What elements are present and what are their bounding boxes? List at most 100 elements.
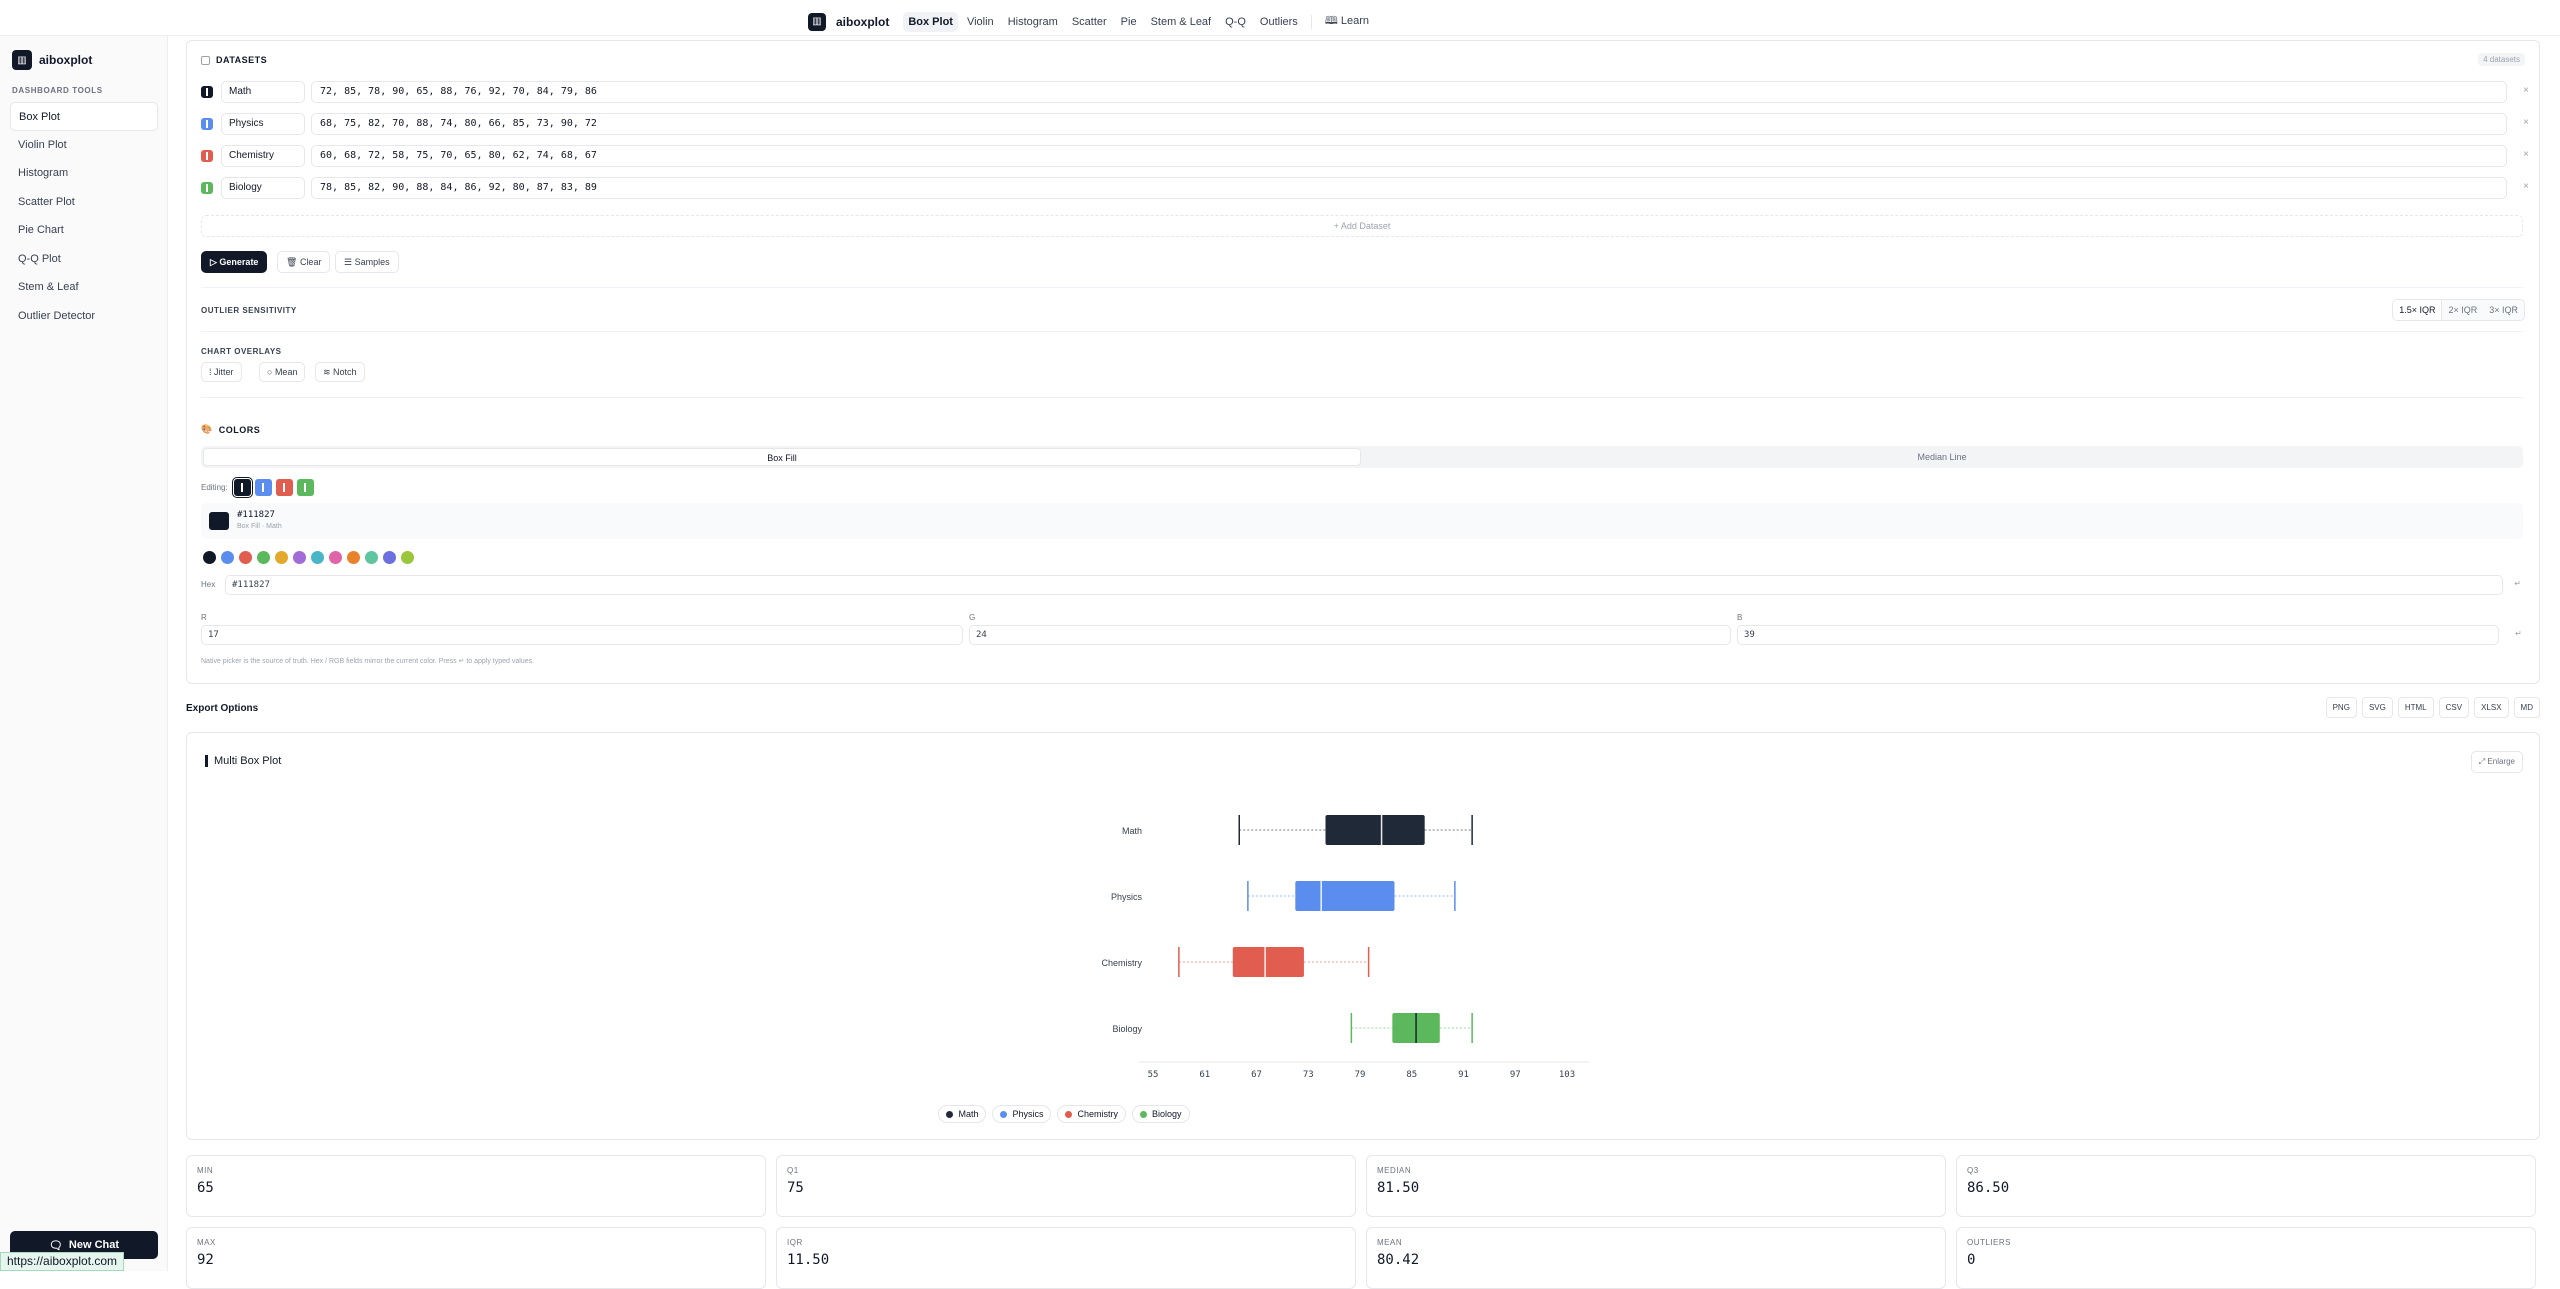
tab-median-line[interactable]: Median Line — [1363, 448, 2521, 466]
palette-icon: 🎨 — [201, 424, 213, 434]
apply-icon[interactable]: ↵ — [2514, 579, 2521, 588]
palette-color-6[interactable] — [293, 551, 306, 564]
stat-value: 92 — [197, 1252, 214, 1268]
export-svg-button[interactable]: SVG — [2361, 697, 2393, 718]
palette-color-3[interactable] — [239, 551, 252, 564]
dataset-name-input[interactable]: Physics — [221, 113, 305, 135]
nav-tab-qq[interactable]: Q-Q — [1220, 12, 1251, 32]
sidebar-item-violin-plot[interactable]: Violin Plot — [10, 131, 158, 160]
dataset-values-input[interactable]: 78, 85, 82, 90, 88, 84, 86, 92, 80, 87, … — [311, 177, 2507, 199]
color-hint: Native picker is the source of truth. He… — [201, 658, 535, 665]
export-xlsx-button[interactable]: XLSX — [2474, 697, 2509, 718]
dataset-name-input[interactable]: Math — [221, 81, 305, 103]
edit-swatch-math[interactable] — [231, 477, 253, 498]
dataset-color-swatch[interactable] — [201, 150, 213, 162]
legend-item-physics[interactable]: Physics — [992, 1105, 1052, 1123]
box-chemistry — [1232, 947, 1304, 977]
sidebar-item-outlier-detector[interactable]: Outlier Detector — [10, 302, 158, 331]
x-tick-label: 61 — [1199, 1070, 1210, 1080]
export-png-button[interactable]: PNG — [2325, 697, 2357, 718]
nav-tab-box-plot[interactable]: Box Plot — [903, 11, 958, 32]
apply-icon[interactable]: ↵ — [2515, 629, 2522, 638]
palette-color-11[interactable] — [383, 551, 396, 564]
export-html-button[interactable]: HTML — [2397, 697, 2434, 718]
sidebar-item-box-plot[interactable]: Box Plot — [10, 102, 158, 131]
sidebar-item-stem-leaf[interactable]: Stem & Leaf — [10, 273, 158, 302]
notch-toggle[interactable]: ≋ Notch — [315, 362, 365, 382]
nav-tab-histogram[interactable]: Histogram — [1003, 12, 1063, 32]
b-input[interactable]: 39 — [1737, 625, 2499, 645]
sidebar-item-scatter-plot[interactable]: Scatter Plot — [10, 188, 158, 217]
nav-tab-violin[interactable]: Violin — [962, 12, 999, 32]
palette-color-10[interactable] — [365, 551, 378, 564]
g-label: G — [969, 613, 976, 622]
nav-tab-stem-leaf[interactable]: Stem & Leaf — [1146, 12, 1217, 32]
clear-button[interactable]: 🗑 Clear — [277, 251, 331, 273]
dataset-color-swatch[interactable] — [201, 118, 213, 130]
hex-input[interactable]: #111827 — [225, 575, 2503, 595]
nav-tab-outliers[interactable]: Outliers — [1255, 12, 1303, 32]
sidebar-item-qq-plot[interactable]: Q-Q Plot — [10, 245, 158, 274]
x-tick-label: 73 — [1303, 1070, 1314, 1080]
add-dataset-button[interactable]: + Add Dataset — [201, 215, 2523, 237]
legend-item-chemistry[interactable]: Chemistry — [1057, 1105, 1126, 1123]
export-md-button[interactable]: MD — [2513, 697, 2540, 718]
jitter-toggle[interactable]: ⁞ Jitter — [201, 362, 242, 382]
tab-box-fill[interactable]: Box Fill — [203, 448, 1361, 466]
dataset-values-input[interactable]: 68, 75, 82, 70, 88, 74, 80, 66, 85, 73, … — [311, 113, 2507, 135]
samples-button[interactable]: ☰ Samples — [335, 251, 399, 273]
dataset-row: Chemistry 60, 68, 72, 58, 75, 70, 65, 80… — [201, 145, 2531, 167]
palette-color-9[interactable] — [347, 551, 360, 564]
legend-dot — [1065, 1110, 1073, 1118]
export-csv-button[interactable]: CSV — [2438, 697, 2470, 718]
generate-button[interactable]: ▷ Generate — [201, 251, 268, 273]
colors-title-text: COLORS — [218, 424, 261, 435]
palette-color-1[interactable] — [203, 551, 216, 564]
edit-swatch-biology[interactable] — [296, 479, 314, 496]
g-input[interactable]: 24 — [969, 625, 1731, 645]
palette-color-7[interactable] — [311, 551, 324, 564]
legend-item-biology[interactable]: Biology — [1132, 1105, 1190, 1123]
stat-label: OUTLIERS — [1967, 1238, 2012, 1247]
palette-color-2[interactable] — [221, 551, 234, 564]
brand-name[interactable]: aiboxplot — [836, 15, 889, 29]
legend-item-math[interactable]: Math — [938, 1105, 987, 1123]
edit-swatch-physics[interactable] — [254, 479, 272, 496]
dataset-values-input[interactable]: 72, 85, 78, 90, 65, 88, 76, 92, 70, 84, … — [311, 81, 2507, 103]
sidebar-brand[interactable]: ▥ aiboxplot — [12, 50, 92, 70]
mean-toggle[interactable]: ○ Mean — [259, 362, 306, 382]
edit-swatch-chemistry[interactable] — [275, 479, 293, 496]
dataset-values-input[interactable]: 60, 68, 72, 58, 75, 70, 65, 80, 62, 74, … — [311, 145, 2507, 167]
sidebar-item-histogram[interactable]: Histogram — [10, 159, 158, 188]
current-color-display: #111827 Box Fill · Math — [201, 503, 2523, 539]
palette-color-12[interactable] — [401, 551, 414, 564]
outlier-sensitivity-label: OUTLIER SENSITIVITY — [201, 306, 297, 315]
iqr-toggle-group: 1.5× IQR 2× IQR 3× IQR — [2392, 299, 2525, 321]
remove-dataset-icon[interactable]: × — [2523, 117, 2529, 128]
palette-color-8[interactable] — [329, 551, 342, 564]
logo-icon[interactable]: ▥ — [808, 12, 826, 31]
nav-tab-pie[interactable]: Pie — [1116, 12, 1142, 32]
dataset-color-swatch[interactable] — [201, 86, 213, 98]
datasets-panel: DATASETS 4 datasets Math 72, 85, 78, 90,… — [186, 40, 2540, 684]
palette-color-4[interactable] — [257, 551, 270, 564]
palette-color-5[interactable] — [275, 551, 288, 564]
native-color-picker[interactable] — [209, 512, 229, 530]
dataset-name-input[interactable]: Biology — [221, 177, 305, 199]
remove-dataset-icon[interactable]: × — [2523, 85, 2529, 96]
dataset-name-input[interactable]: Chemistry — [221, 145, 305, 167]
iqr-option-1-5[interactable]: 1.5× IQR — [2393, 300, 2443, 320]
iqr-option-2[interactable]: 2× IQR — [2442, 300, 2483, 320]
remove-dataset-icon[interactable]: × — [2523, 149, 2529, 160]
nav-tab-scatter[interactable]: Scatter — [1067, 12, 1112, 32]
chat-icon: 🗨 — [48, 1239, 63, 1252]
x-tick-label: 79 — [1355, 1070, 1366, 1080]
dataset-color-swatch[interactable] — [201, 182, 213, 194]
list-icon: ☰ — [344, 257, 355, 267]
iqr-option-3[interactable]: 3× IQR — [2483, 300, 2524, 320]
nav-tab-learn[interactable]: 🕮 Learn — [1320, 8, 1374, 35]
r-input[interactable]: 17 — [201, 625, 963, 645]
remove-dataset-icon[interactable]: × — [2523, 181, 2529, 192]
chart-overlays-label: CHART OVERLAYS — [201, 347, 282, 356]
sidebar-item-pie-chart[interactable]: Pie Chart — [10, 216, 158, 245]
